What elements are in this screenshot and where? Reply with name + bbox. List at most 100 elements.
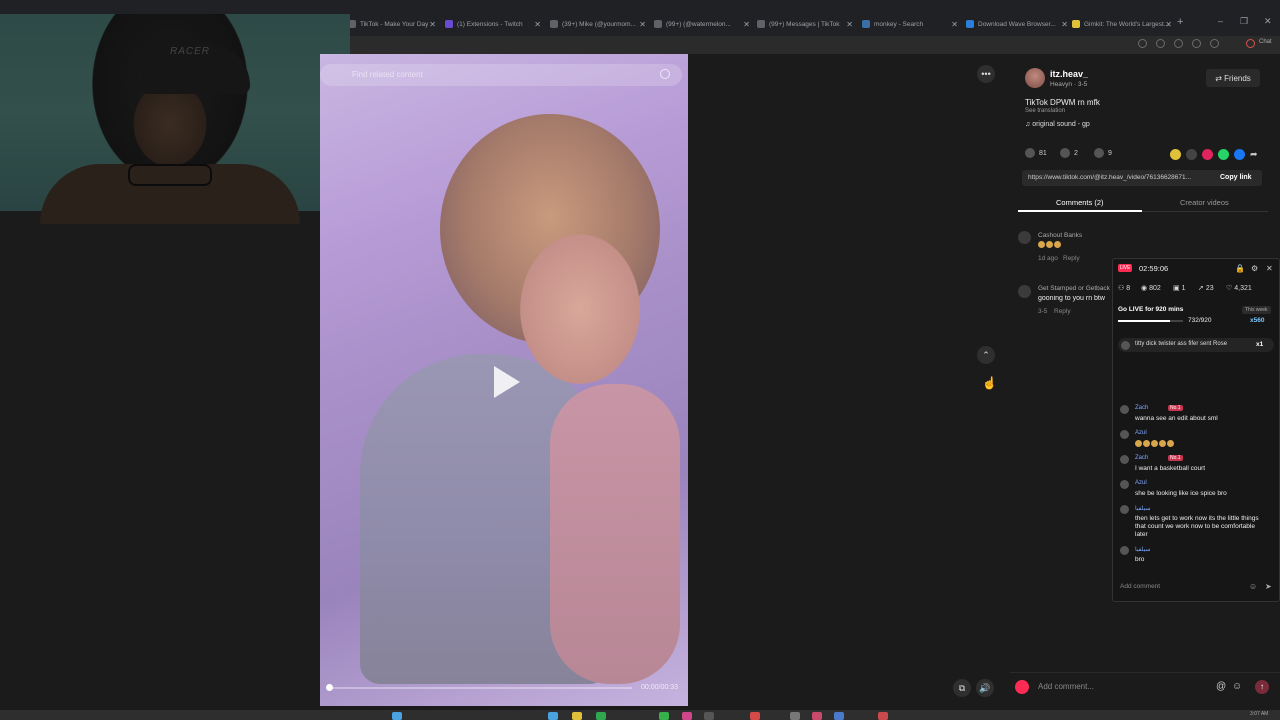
chat-avatar — [1120, 455, 1129, 464]
chat-username[interactable]: سيلفيا — [1135, 546, 1151, 553]
comment-avatar[interactable] — [1018, 285, 1031, 298]
taskbar-app-icon[interactable] — [750, 712, 760, 720]
browser-tab[interactable]: monkey - Search ✕ — [862, 16, 958, 32]
minimize-button[interactable]: – — [1218, 16, 1223, 26]
comment-emojis — [1038, 241, 1062, 250]
taskbar-app-icon[interactable] — [682, 712, 692, 720]
browser-tab[interactable]: (99+) (@watermelon... ✕ — [654, 16, 750, 32]
lock-icon[interactable]: 🔒 — [1235, 264, 1245, 273]
tab-comments[interactable]: Comments (2) — [1056, 198, 1104, 207]
volume-icon[interactable]: 🔊 — [976, 679, 994, 697]
post-comment-button[interactable]: ↑ — [1255, 680, 1269, 694]
browser-tab[interactable]: Gimkit: The World's Largest... ✕ — [1072, 16, 1172, 32]
mention-icon[interactable]: @ — [1216, 681, 1226, 692]
comment-reply-button[interactable]: Reply — [1063, 255, 1080, 262]
close-window-button[interactable]: ✕ — [1264, 16, 1272, 27]
browser-tab[interactable]: (39+) Mike (@yourmom... ✕ — [550, 16, 646, 32]
taskbar-app-icon[interactable] — [878, 712, 888, 720]
chat-username[interactable]: Azul — [1135, 430, 1147, 436]
close-icon[interactable]: ✕ — [1266, 264, 1273, 273]
taskbar-clock: 3:07 AM — [1250, 711, 1269, 717]
taskbar-app-icon[interactable] — [572, 712, 582, 720]
comment-button[interactable]: 2 — [1060, 148, 1078, 158]
video-link[interactable]: https://www.tiktok.com/@itz.heav_/video/… — [1028, 174, 1210, 181]
live-badge: LIVE — [1118, 264, 1132, 272]
new-tab-button[interactable]: + — [1177, 16, 1183, 28]
chat-username[interactable]: Azul — [1135, 480, 1147, 486]
live-stat-viewers: ◉ 802 — [1141, 285, 1161, 292]
whatsapp-icon[interactable] — [1218, 149, 1229, 160]
author-username[interactable]: itz.heav_ — [1050, 69, 1088, 79]
progress-knob[interactable] — [326, 684, 333, 691]
live-stat-users: ⚇ 8 — [1118, 285, 1131, 292]
taskbar-app-icon[interactable] — [596, 712, 606, 720]
post-date: 3-5 — [1077, 81, 1088, 88]
browser-tab[interactable]: (99+) Messages | TikTok ✕ — [757, 16, 853, 32]
chat-label[interactable]: Chat — [1259, 39, 1272, 45]
menu-icon[interactable] — [1210, 39, 1219, 48]
tab-creator-videos[interactable]: Creator videos — [1180, 198, 1229, 207]
more-options-icon[interactable]: ••• — [977, 65, 995, 83]
close-icon[interactable]: ✕ — [1165, 20, 1172, 29]
settings-icon[interactable]: ⚙ — [1251, 264, 1258, 273]
download-icon[interactable] — [1174, 39, 1183, 48]
comment-avatar[interactable] — [1018, 231, 1031, 244]
author-avatar[interactable] — [1025, 68, 1045, 88]
chat-username[interactable]: Zach — [1135, 405, 1148, 411]
extensions-icon[interactable] — [1156, 39, 1165, 48]
chat-username[interactable]: سيلفيا — [1135, 505, 1151, 512]
sound-link[interactable]: ♫ original sound - gp — [1025, 121, 1090, 128]
chat-username[interactable]: Zach — [1135, 455, 1148, 461]
profile-icon[interactable] — [1192, 39, 1201, 48]
browser-tab[interactable]: Download Wave Browser... ✕ — [966, 16, 1068, 32]
share-arrow-icon[interactable]: ➦ — [1250, 149, 1261, 160]
related-search-placeholder: Find related content — [352, 70, 423, 79]
taskbar-app-icon[interactable] — [812, 712, 822, 720]
like-button[interactable]: 81 — [1025, 148, 1047, 158]
emoji-picker-icon[interactable]: ☺ — [1249, 582, 1257, 591]
emoji-icon — [1159, 440, 1166, 447]
video-progress-bar[interactable] — [328, 687, 632, 689]
search-icon[interactable] — [660, 69, 670, 79]
share-repost-icon[interactable] — [1170, 149, 1181, 160]
taskbar-app-icon[interactable] — [548, 712, 558, 720]
taskbar-app-icon[interactable] — [392, 712, 402, 720]
facebook-icon[interactable] — [1234, 149, 1245, 160]
close-icon[interactable]: ✕ — [743, 20, 750, 29]
emoji-icon[interactable]: ☺ — [1232, 681, 1242, 692]
chat-icon[interactable] — [1246, 39, 1255, 48]
live-comment-placeholder: Add comment — [1120, 583, 1161, 590]
embed-icon[interactable] — [1186, 149, 1197, 160]
chat-avatar — [1120, 430, 1129, 439]
comment-reply-button[interactable]: Reply — [1054, 308, 1071, 315]
star-icon[interactable] — [1138, 39, 1147, 48]
close-icon[interactable]: ✕ — [429, 20, 436, 29]
taskbar-app-icon[interactable] — [704, 712, 714, 720]
close-icon[interactable]: ✕ — [534, 20, 541, 29]
copy-link-button[interactable]: Copy link — [1220, 174, 1252, 181]
comment-time: 1d ago — [1038, 255, 1058, 262]
save-button[interactable]: 9 — [1094, 148, 1112, 158]
taskbar-app-icon[interactable] — [834, 712, 844, 720]
play-icon[interactable] — [494, 366, 520, 398]
live-stat-likes: ♡ 4,321 — [1226, 285, 1252, 292]
maximize-button[interactable]: ❐ — [1240, 16, 1248, 27]
close-icon[interactable]: ✕ — [846, 20, 853, 29]
close-icon[interactable]: ✕ — [639, 20, 646, 29]
comment-author[interactable]: Cashout Banks — [1038, 232, 1082, 239]
tiktok-favicon-icon — [654, 20, 662, 28]
close-icon[interactable]: ✕ — [1061, 20, 1068, 29]
browser-tab[interactable]: (1) Extensions - Twitch ✕ — [445, 16, 541, 32]
pip-icon[interactable]: ⧉ — [953, 679, 971, 697]
close-icon[interactable]: ✕ — [951, 20, 958, 29]
send-icon[interactable]: ➤ — [1265, 582, 1272, 591]
chevron-up-icon[interactable]: ⌃ — [977, 346, 995, 364]
share-friends-icon[interactable] — [1202, 149, 1213, 160]
taskbar-app-icon[interactable] — [659, 712, 669, 720]
taskbar-app-icon[interactable] — [790, 712, 800, 720]
friends-button[interactable]: ⇄ Friends — [1206, 69, 1260, 87]
see-translation-link[interactable]: See translation — [1025, 108, 1065, 114]
comment-author[interactable]: Get Stamped or Getback — [1038, 285, 1110, 292]
live-goal-progress: 732/920 — [1188, 317, 1212, 324]
browser-tab[interactable]: TikTok - Make Your Day ✕ — [348, 16, 436, 32]
